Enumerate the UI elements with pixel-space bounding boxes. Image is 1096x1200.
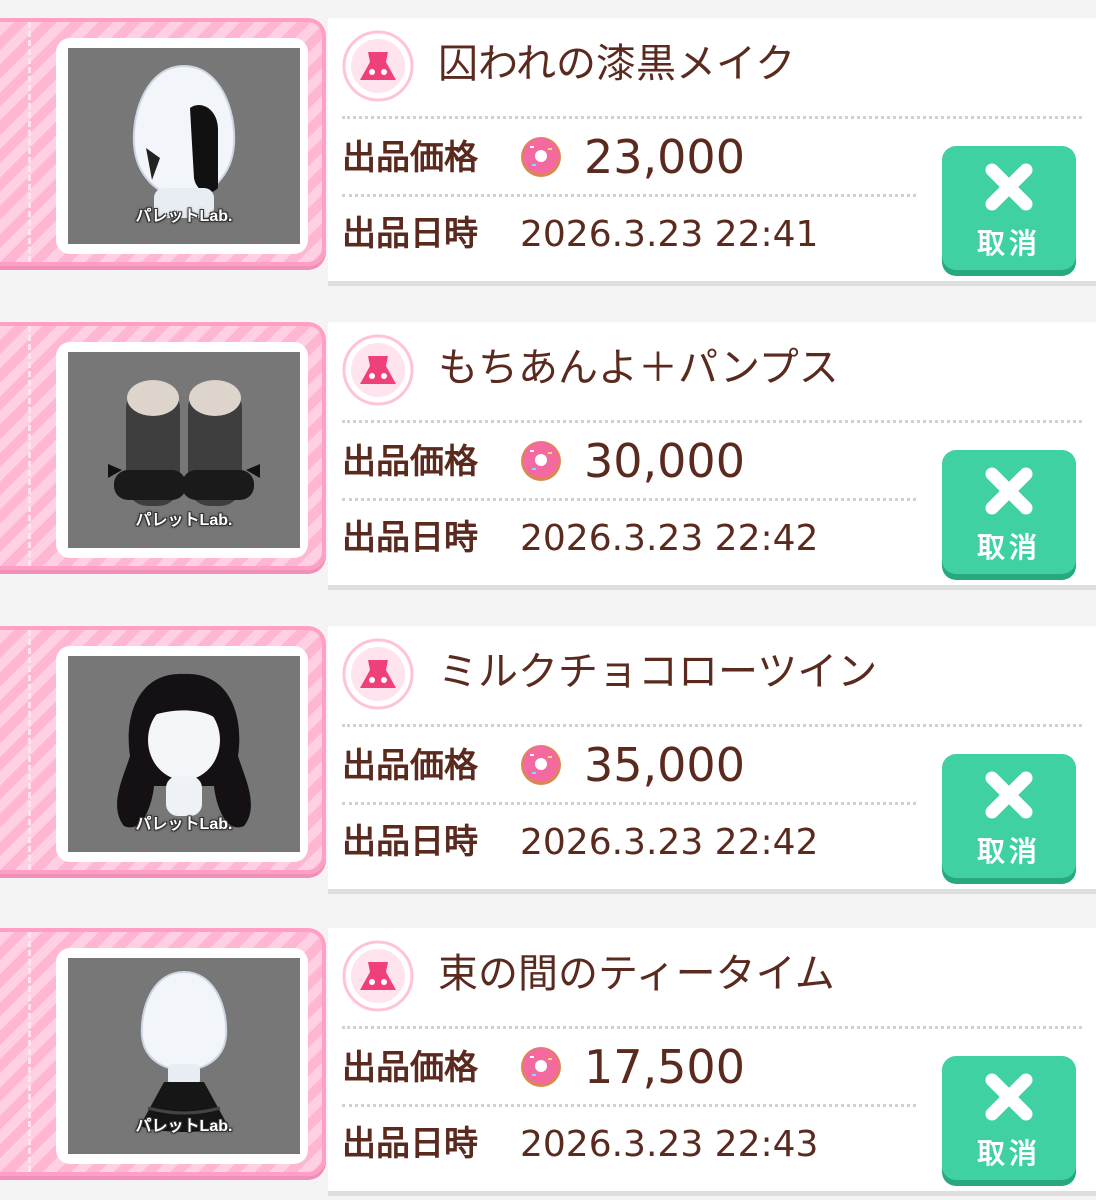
listing-info-panel: もちあんよ＋パンプス 出品価格 30,000 出品日時 2026.3.23 22… (328, 322, 1096, 590)
divider (342, 194, 916, 197)
cancel-button[interactable]: 取消 (942, 450, 1076, 574)
black-hair-makeup-icon: パレットLab. (68, 48, 300, 244)
brand-watermark: パレットLab. (135, 1118, 233, 1135)
cancel-label: 取消 (976, 1137, 1041, 1170)
date-value: 2026.3.23 22:41 (520, 214, 819, 255)
cancel-button[interactable]: 取消 (942, 754, 1076, 878)
listing-item: パレットLab. ミルクチョコローツイン 出品価格 35,000 出品日時 20… (0, 626, 1096, 894)
dress-category-icon (342, 638, 414, 710)
thumbnail-frame: パレットLab. (56, 342, 308, 558)
date-label: 出品日時 (342, 518, 478, 558)
price-label: 出品価格 (342, 1048, 478, 1088)
divider (342, 1026, 1082, 1029)
listing-info-panel: 囚われの漆黒メイク 出品価格 23,000 出品日時 2026.3.23 22:… (328, 18, 1096, 286)
thumbnail-frame: パレットLab. (56, 948, 308, 1164)
socks-pumps-icon: パレットLab. (68, 352, 300, 548)
date-label: 出品日時 (342, 214, 478, 254)
cancel-label: 取消 (976, 835, 1041, 868)
donut-currency-icon (521, 745, 561, 785)
dress-category-icon (342, 334, 414, 406)
brand-watermark: パレットLab. (135, 208, 233, 225)
cancel-label: 取消 (976, 531, 1041, 564)
divider (342, 116, 1082, 119)
close-icon (985, 163, 1033, 211)
cancel-button[interactable]: 取消 (942, 146, 1076, 270)
item-thumbnail-card[interactable]: パレットLab. (0, 18, 326, 266)
close-icon (985, 1073, 1033, 1121)
item-name: ミルクチョコローツイン (438, 649, 878, 695)
date-label: 出品日時 (342, 822, 478, 862)
date-label: 出品日時 (342, 1124, 478, 1164)
item-name: もちあんよ＋パンプス (438, 345, 839, 391)
date-value: 2026.3.23 22:42 (520, 822, 819, 863)
donut-currency-icon (521, 1047, 561, 1087)
divider (342, 1104, 916, 1107)
price-value: 17,500 (584, 1040, 745, 1094)
price-value: 23,000 (584, 130, 745, 184)
listing-info-panel: ミルクチョコローツイン 出品価格 35,000 出品日時 2026.3.23 2… (328, 626, 1096, 894)
donut-currency-icon (521, 137, 561, 177)
divider (342, 420, 1082, 423)
close-icon (985, 771, 1033, 819)
brand-watermark: パレットLab. (135, 816, 233, 833)
dress-category-icon (342, 30, 414, 102)
date-value: 2026.3.23 22:42 (520, 518, 819, 559)
listing-info-panel: 束の間のティータイム 出品価格 17,500 出品日時 2026.3.23 22… (328, 928, 1096, 1196)
listing-item: パレットLab. 束の間のティータイム 出品価格 17,500 出品日時 202… (0, 928, 1096, 1196)
cancel-label: 取消 (976, 227, 1041, 260)
price-label: 出品価格 (342, 746, 478, 786)
item-name: 束の間のティータイム (438, 951, 835, 997)
price-value: 30,000 (584, 434, 745, 488)
item-thumbnail-card[interactable]: パレットLab. (0, 626, 326, 874)
price-value: 35,000 (584, 738, 745, 792)
donut-currency-icon (521, 441, 561, 481)
divider (342, 802, 916, 805)
black-dress-icon: パレットLab. (68, 958, 300, 1154)
divider (342, 724, 1082, 727)
divider (342, 498, 916, 501)
price-label: 出品価格 (342, 138, 478, 178)
thumbnail-frame: パレットLab. (56, 646, 308, 862)
date-value: 2026.3.23 22:43 (520, 1124, 819, 1165)
price-label: 出品価格 (342, 442, 478, 482)
item-name: 囚われの漆黒メイク (438, 41, 796, 87)
dress-category-icon (342, 940, 414, 1012)
brand-watermark: パレットLab. (135, 512, 233, 529)
cancel-button[interactable]: 取消 (942, 1056, 1076, 1180)
listing-item: パレットLab. もちあんよ＋パンプス 出品価格 30,000 出品日時 202… (0, 322, 1096, 590)
item-thumbnail-card[interactable]: パレットLab. (0, 322, 326, 570)
twin-tail-hair-icon: パレットLab. (68, 656, 300, 852)
listing-item: パレットLab. 囚われの漆黒メイク 出品価格 23,000 出品日時 2026… (0, 18, 1096, 286)
close-icon (985, 467, 1033, 515)
thumbnail-frame: パレットLab. (56, 38, 308, 254)
item-thumbnail-card[interactable]: パレットLab. (0, 928, 326, 1176)
